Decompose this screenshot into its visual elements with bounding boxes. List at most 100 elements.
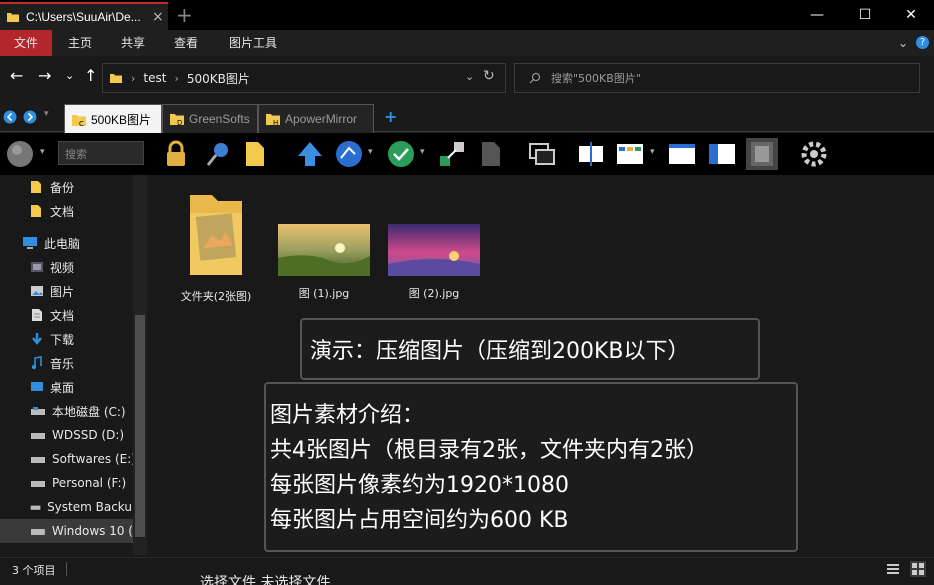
ribbon-file[interactable]: 文件: [0, 30, 52, 56]
breadcrumb-current[interactable]: 500KB图片: [187, 70, 250, 87]
up-button[interactable]: ↑: [84, 66, 97, 85]
up-arrow-icon[interactable]: [294, 138, 326, 170]
window-tab[interactable]: C:\Users\SuuAir\De... ×: [0, 2, 168, 30]
green-globe-dropdown[interactable]: ▾: [420, 147, 425, 157]
recent-locations-button[interactable]: ⌄: [65, 69, 74, 82]
sunset-thumbnail-icon: [388, 224, 480, 276]
folder-icon[interactable]: [240, 138, 272, 170]
folder-icon: [7, 13, 19, 22]
computer-icon: [23, 237, 37, 249]
sidebar-item-label: 备份: [50, 180, 75, 195]
large-icons-view-icon[interactable]: [910, 561, 926, 577]
ribbon-picture-tools[interactable]: 图片工具: [229, 30, 277, 56]
sidebar-item-documents[interactable]: 文档: [30, 303, 148, 327]
sidebar-scrollbar[interactable]: [133, 175, 147, 555]
close-tab-button[interactable]: ×: [152, 9, 166, 25]
ribbon-share[interactable]: 共享: [121, 30, 145, 56]
ribbon-view[interactable]: 查看: [174, 30, 198, 56]
sidebar-item-label: 本地磁盘 (C:): [52, 404, 126, 419]
sidebar-item-drive-e[interactable]: Softwares (E:): [30, 447, 148, 471]
sidebar-scroll-thumb[interactable]: [135, 315, 145, 537]
sidebar-item-drive-d[interactable]: WDSSD (D:): [30, 423, 148, 447]
help-button[interactable]: ?: [916, 36, 929, 49]
tab-label: ApowerMirror: [285, 112, 358, 126]
document-gray-icon[interactable]: [474, 138, 506, 170]
sidebar-item-drive-c[interactable]: 本地磁盘 (C:): [30, 399, 148, 423]
folder-icon: H: [266, 114, 280, 127]
resize-icon[interactable]: [436, 138, 468, 170]
sidebar-item-windows10[interactable]: Windows 10 (: [0, 519, 133, 543]
sidebar-item-documents-quick[interactable]: 文档: [30, 199, 148, 223]
details-view-icon[interactable]: [886, 562, 900, 576]
view-details-icon[interactable]: [614, 138, 646, 170]
forward-circle-icon[interactable]: [23, 110, 37, 124]
blue-globe-icon[interactable]: [333, 138, 365, 170]
minimize-button[interactable]: —: [794, 0, 840, 30]
search-input[interactable]: 搜索"500KB图片": [514, 63, 920, 93]
ribbon-home[interactable]: 主页: [68, 30, 92, 56]
folder-icon: D: [170, 114, 184, 127]
picture-icon: [31, 286, 43, 296]
caption-line: 每张图片占用空间约为600 KB: [270, 508, 569, 533]
address-dropdown-button[interactable]: ⌄: [465, 70, 474, 83]
sidebar-item-pictures[interactable]: 图片: [30, 279, 148, 303]
tab-badge: H: [273, 119, 278, 127]
globe-dropdown[interactable]: ▾: [40, 147, 45, 157]
desktop-icon: [31, 382, 43, 391]
folder-icon: [190, 195, 242, 275]
sidebar-item-label: 文档: [50, 204, 75, 219]
preview-pane-icon[interactable]: [666, 138, 698, 170]
sidebar-item-system-backup[interactable]: System Backu: [30, 495, 132, 519]
address-box[interactable]: › test › 500KB图片 ⌄ ↻: [102, 63, 506, 93]
status-bar: 3 个项目 选择文件 未选择文件: [0, 557, 934, 585]
tab-greensofts[interactable]: D GreenSofts: [162, 104, 258, 133]
tab-history-dropdown[interactable]: ▾: [44, 109, 49, 119]
windows-icon[interactable]: [526, 138, 558, 170]
demo-caption: 演示：压缩图片（压缩到200KB以下）: [300, 318, 760, 380]
sidebar-item-label: Softwares (E:): [52, 452, 136, 466]
forward-button[interactable]: →: [38, 66, 51, 85]
tab-500kb[interactable]: C 500KB图片: [64, 104, 162, 134]
lock-icon[interactable]: [160, 138, 192, 170]
back-circle-icon[interactable]: [3, 110, 17, 124]
sidebar-item-downloads[interactable]: 下载: [30, 327, 148, 351]
sidebar-item-drive-f[interactable]: Personal (F:): [30, 471, 148, 495]
drive-icon: [31, 457, 45, 463]
green-globe-icon[interactable]: [385, 138, 417, 170]
file-item-image-2[interactable]: 图 (2).jpg: [384, 224, 484, 301]
landscape-thumbnail-icon: [278, 224, 370, 276]
blue-globe-dropdown[interactable]: ▾: [368, 147, 373, 157]
folder-tab-strip: ▾ C 500KB图片 D GreenSofts H ApowerMirror …: [0, 102, 934, 134]
sidebar-item-videos[interactable]: 视频: [30, 255, 148, 279]
sidebar-item-label: 图片: [50, 284, 75, 299]
collapse-ribbon-button[interactable]: ⌄: [898, 36, 908, 50]
new-tab-button[interactable]: +: [176, 3, 193, 27]
file-name: 文件夹(2张图): [180, 290, 252, 303]
refresh-button[interactable]: ↻: [483, 68, 495, 84]
file-item-image-1[interactable]: 图 (1).jpg: [274, 224, 374, 301]
toolbar: ▾ 搜索 ▾ ▾ ▾: [0, 133, 934, 175]
pin-icon[interactable]: [202, 138, 234, 170]
settings-icon[interactable]: [798, 138, 830, 170]
close-window-button[interactable]: ✕: [888, 0, 934, 30]
address-bar-row: ← → ⌄ ↑ › test › 500KB图片 ⌄ ↻ 搜索"500KB图片": [0, 58, 934, 98]
sidebar-item-backup[interactable]: 备份: [30, 175, 148, 199]
sidebar-item-this-pc[interactable]: 此电脑: [22, 231, 148, 255]
caption-line: 图片素材介绍：: [270, 403, 425, 428]
back-button[interactable]: ←: [10, 66, 23, 85]
navigation-pane-icon[interactable]: [706, 138, 738, 170]
globe-icon[interactable]: [4, 138, 36, 170]
toolbar-search-input[interactable]: 搜索: [58, 141, 144, 165]
window-tab-title: C:\Users\SuuAir\De...: [26, 10, 141, 24]
caption-line: 共4张图片（根目录有2张，文件夹内有2张）: [270, 438, 708, 463]
maximize-button[interactable]: ☐: [842, 0, 888, 30]
view-dropdown[interactable]: ▾: [650, 147, 655, 157]
file-item-folder[interactable]: 文件夹(2张图): [166, 191, 266, 304]
add-tab-button[interactable]: +: [384, 107, 397, 126]
column-width-icon[interactable]: [575, 138, 607, 170]
sidebar-item-music[interactable]: 音乐: [30, 351, 148, 375]
tab-apowermirror[interactable]: H ApowerMirror: [258, 104, 374, 133]
film-strip-icon[interactable]: [746, 138, 778, 170]
sidebar-item-desktop[interactable]: 桌面: [30, 375, 148, 399]
breadcrumb-test[interactable]: test: [143, 71, 166, 85]
